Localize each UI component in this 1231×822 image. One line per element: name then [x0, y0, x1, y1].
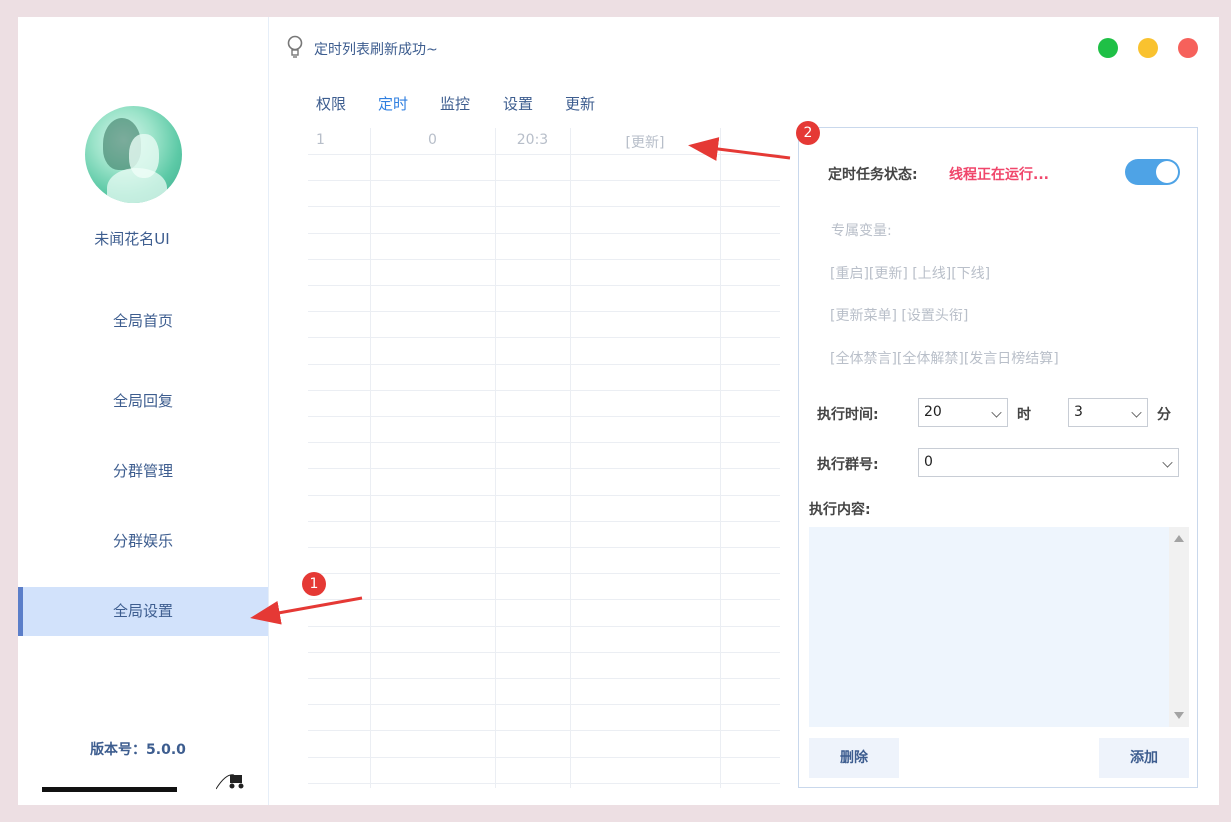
- annotation-badge-1: 1: [302, 572, 326, 596]
- annotation-badge-2: 2: [796, 121, 820, 145]
- annotation-arrows: [250, 137, 791, 625]
